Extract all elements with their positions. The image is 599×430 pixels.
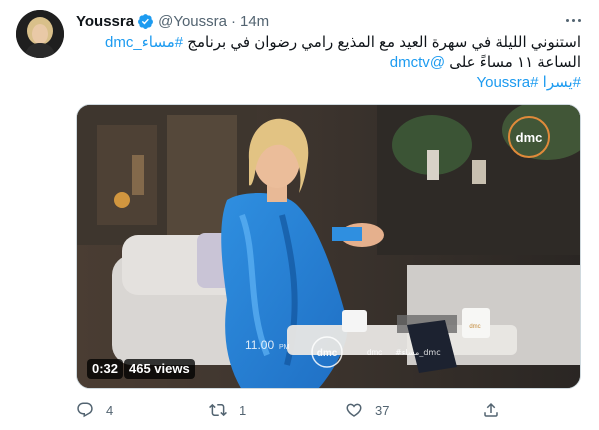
avatar-image [16,10,64,58]
hashtag-link[interactable]: #يسرا [543,74,581,91]
overlay-time: 11.00 [245,338,274,352]
tweet-text-line-3: #يسرا #Youssra [76,73,581,93]
overlay-time-suffix: PM [279,344,290,351]
avatar[interactable] [16,10,64,58]
tweet-text: استنوني الليلة في سهرة العيد مع المذيع ر… [76,33,581,93]
like-count: 37 [375,402,390,418]
more-options-icon[interactable] [562,10,584,30]
tweet-text-line-1: استنوني الليلة في سهرة العيد مع المذيع ر… [76,33,581,53]
overlay-logo-text: dmc [317,348,338,359]
heart-icon [346,403,362,417]
video-frame: dmc 11.00 PM dmc dmc #مساء_dmc dmc [77,105,580,388]
video-views-badge: 465 views [124,359,195,379]
hashtag-link[interactable]: #Youssra [476,74,538,91]
author-name[interactable]: Youssra [76,13,134,30]
tweet-text-line-2-text: الساعة ١١ مساءً على [449,54,581,71]
retweet-button[interactable]: 1 [209,400,246,420]
tweet-actions: 4 1 37 [76,400,581,420]
channel-logo-text: dmc [516,130,543,145]
video-duration-badge: 0:32 [87,359,124,379]
reply-icon [77,402,93,418]
overlay-small-text: dmc [367,348,382,357]
like-button[interactable]: 37 [345,400,389,420]
share-icon [484,402,498,417]
tweet-text-line-2: الساعة ١١ مساءً على @dmctv [76,53,581,73]
verified-badge-icon [137,13,154,30]
tweet-header: Youssra @Youssra · 14m [76,12,269,30]
mention-link[interactable]: @dmctv [390,54,445,71]
reply-button[interactable]: 4 [76,400,113,420]
tweet[interactable]: Youssra @Youssra · 14m استنوني الليلة في… [0,0,599,430]
retweet-icon [209,403,227,417]
retweet-count: 1 [239,402,247,418]
author-handle[interactable]: @Youssra [158,13,227,30]
mug-logo-text: dmc [469,324,480,330]
hashtag-link[interactable]: #مساء_dmc [105,34,183,51]
reply-count: 4 [106,402,114,418]
separator-dot: · [230,12,236,30]
overlay-hashtag: #مساء_dmc [395,348,441,357]
video-player[interactable]: dmc 11.00 PM dmc dmc #مساء_dmc dmc 0:32 … [76,104,581,389]
timestamp[interactable]: 14m [240,13,269,30]
tweet-text-line-1-text: استنوني الليلة في سهرة العيد مع المذيع ر… [187,34,581,51]
share-button[interactable] [482,400,500,420]
